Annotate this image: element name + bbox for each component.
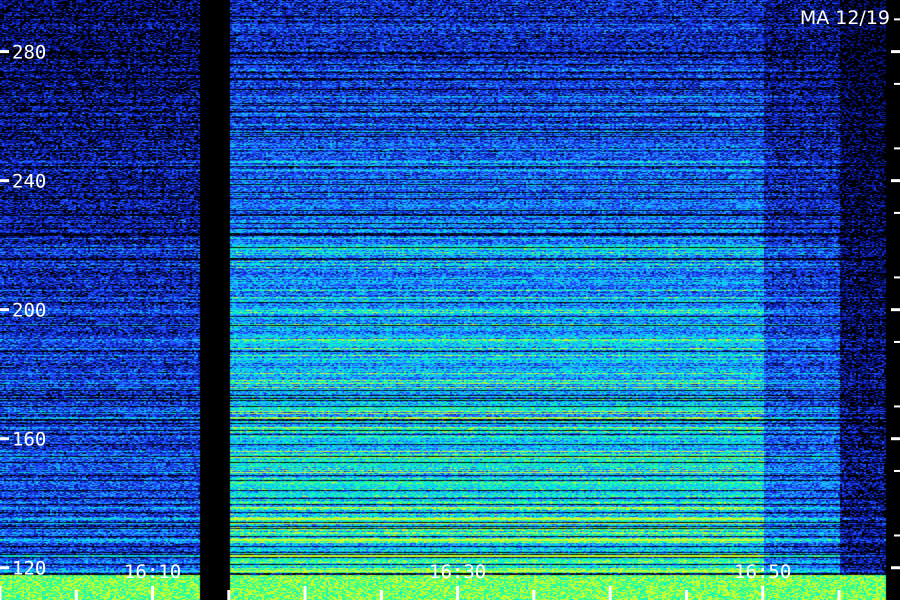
x-tick-label: 16:50 bbox=[734, 561, 791, 583]
x-tick-label: 16:10 bbox=[124, 561, 181, 583]
spectrogram-raster bbox=[0, 0, 900, 600]
y-tick-label: 160 bbox=[12, 429, 46, 451]
y-tick-label: 200 bbox=[12, 300, 46, 322]
y-tick-label: 120 bbox=[12, 558, 46, 580]
chart-title: MA 12/19 bbox=[800, 7, 890, 29]
x-tick-label: 16:30 bbox=[429, 561, 486, 583]
y-tick-label: 280 bbox=[12, 42, 46, 64]
y-tick-label: 240 bbox=[12, 171, 46, 193]
spectrogram-image bbox=[0, 0, 900, 600]
spectrogram-chart: 280 240 200 160 120 16:10 16:30 16:50 MA 12/19 bbox=[0, 0, 900, 600]
